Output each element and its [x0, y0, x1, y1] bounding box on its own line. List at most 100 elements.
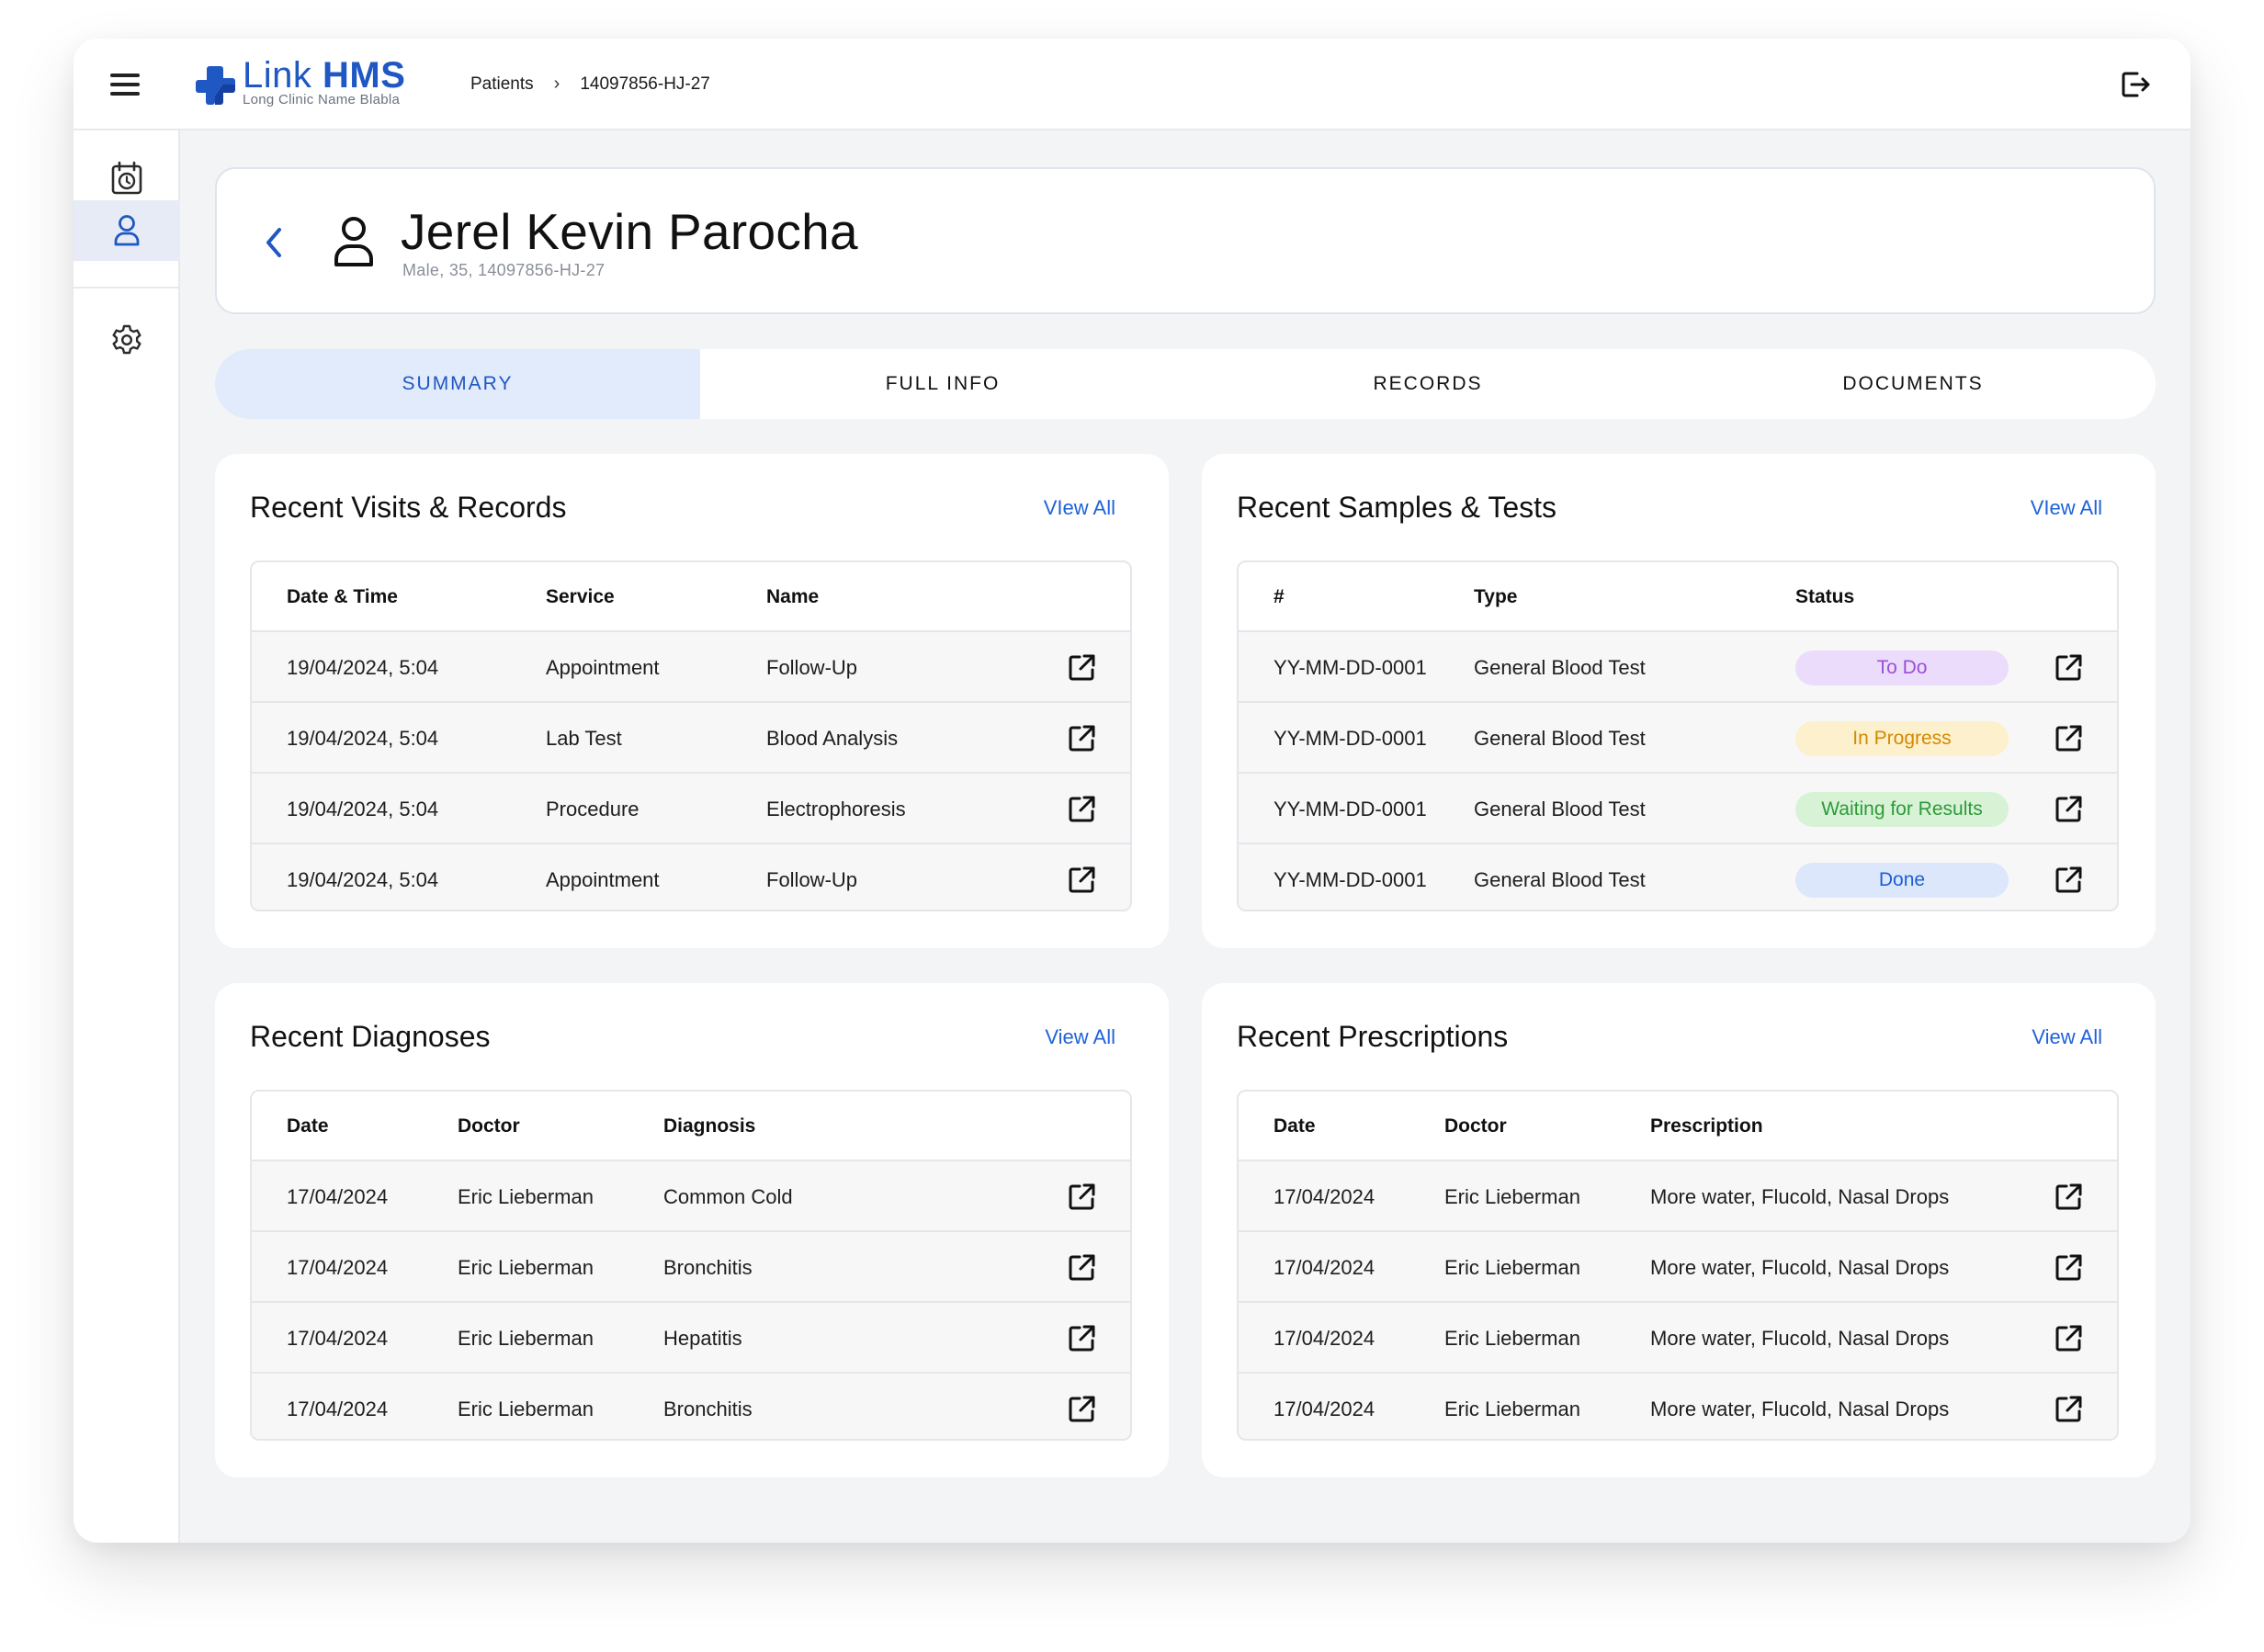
- column-header: Service: [546, 586, 615, 607]
- table-cell: Electrophoresis: [766, 798, 906, 820]
- app-name-light: Link: [243, 55, 312, 96]
- open-external-icon[interactable]: [1066, 723, 1097, 754]
- table-cell: 17/04/2024: [287, 1327, 389, 1350]
- back-chevron-icon[interactable]: [257, 222, 290, 263]
- open-external-icon[interactable]: [2053, 794, 2084, 825]
- table-cell: 19/04/2024, 5:04: [287, 798, 439, 820]
- table-cell: Eric Lieberman: [1444, 1327, 1580, 1350]
- table-row: 17/04/2024 Eric Lieberman Bronchitis: [252, 1232, 1130, 1303]
- table-cell: Eric Lieberman: [1444, 1256, 1580, 1279]
- tab-summary[interactable]: SUMMARY: [215, 349, 700, 419]
- table-cell: 17/04/2024: [287, 1185, 389, 1208]
- sidebar: [74, 130, 180, 1543]
- breadcrumb-patient-id: 14097856-HJ-27: [580, 74, 710, 94]
- breadcrumb: Patients › 14097856-HJ-27: [470, 74, 710, 95]
- table-cell: Common Cold: [663, 1185, 793, 1208]
- recent-prescriptions-card: Recent Prescriptions View All Date Docto…: [1202, 983, 2156, 1477]
- table-header: Date & Time Service Name: [252, 562, 1130, 632]
- open-external-icon[interactable]: [1066, 794, 1097, 825]
- table-cell: Hepatitis: [663, 1327, 742, 1350]
- table-row: 17/04/2024 Eric Lieberman More water, Fluc…: [1239, 1374, 2117, 1439]
- patient-name: Jerel Kevin Parocha: [401, 203, 858, 260]
- open-external-icon[interactable]: [2053, 1394, 2084, 1425]
- sidebar-item-appointments[interactable]: [74, 149, 180, 208]
- medical-cross-logo-icon: [196, 66, 235, 105]
- open-external-icon[interactable]: [1066, 1394, 1097, 1425]
- open-external-icon[interactable]: [2053, 1323, 2084, 1354]
- open-external-icon[interactable]: [2053, 865, 2084, 896]
- column-header: Diagnosis: [663, 1115, 756, 1137]
- app-logo[interactable]: Link HMS Long Clinic Name Blabla: [195, 57, 405, 112]
- column-header: Type: [1474, 586, 1518, 607]
- table-cell: Eric Lieberman: [458, 1185, 594, 1208]
- table-cell: Follow-Up: [766, 656, 858, 679]
- status-badge: In Progress: [1795, 721, 2009, 756]
- table-header: # Type Status: [1239, 562, 2117, 632]
- tab-documents[interactable]: DOCUMENTS: [1670, 349, 2156, 419]
- column-header: Date & Time: [287, 586, 398, 607]
- table-row: 19/04/2024, 5:04 Procedure Electrophoresis: [252, 774, 1130, 844]
- table-row: 19/04/2024, 5:04 Appointment Follow-Up: [252, 632, 1130, 703]
- table-cell: Blood Analysis: [766, 727, 899, 750]
- column-header: Prescription: [1650, 1115, 1763, 1137]
- table-cell: Eric Lieberman: [458, 1397, 594, 1420]
- table-cell: Eric Lieberman: [458, 1327, 594, 1350]
- card-title: Recent Diagnoses: [250, 1020, 491, 1053]
- person-icon: [334, 217, 373, 266]
- column-header: Date: [1274, 1115, 1316, 1137]
- open-external-icon[interactable]: [2053, 723, 2084, 754]
- recent-visits-card: Recent Visits & Records VIew All Date & …: [215, 454, 1169, 948]
- breadcrumb-patients-link[interactable]: Patients: [470, 74, 534, 95]
- open-external-icon[interactable]: [2053, 1182, 2084, 1213]
- tab-records[interactable]: RECORDS: [1185, 349, 1670, 419]
- view-all-link[interactable]: VIew All: [1044, 496, 1115, 520]
- tab-full-info[interactable]: FULL INFO: [700, 349, 1185, 419]
- sidebar-item-patients[interactable]: [74, 200, 180, 261]
- table-cell: YY-MM-DD-0001: [1274, 727, 1427, 750]
- recent-samples-card: Recent Samples & Tests VIew All # Type S…: [1202, 454, 2156, 948]
- table-row: YY-MM-DD-0001 General Blood Test In Progre…: [1239, 703, 2117, 774]
- table-cell: 17/04/2024: [1274, 1256, 1375, 1279]
- table-cell: 17/04/2024: [287, 1397, 389, 1420]
- table-cell: Bronchitis: [663, 1397, 753, 1420]
- open-external-icon[interactable]: [1066, 1182, 1097, 1213]
- open-external-icon[interactable]: [1066, 1323, 1097, 1354]
- patient-header-card: Jerel Kevin Parocha Male, 35, 14097856-H…: [215, 167, 2156, 314]
- chevron-right-icon: ›: [553, 74, 560, 94]
- table-row: 17/04/2024 Eric Lieberman Hepatitis: [252, 1303, 1130, 1374]
- open-external-icon[interactable]: [1066, 652, 1097, 684]
- status-badge: Done: [1795, 863, 2009, 898]
- table-cell: General Blood Test: [1474, 656, 1646, 679]
- table-cell: 17/04/2024: [1274, 1185, 1375, 1208]
- visits-table: Date & Time Service Name 19/04/2024, 5:0…: [250, 560, 1132, 911]
- table-row: 17/04/2024 Eric Lieberman More water, Fluc…: [1239, 1161, 2117, 1232]
- recent-diagnoses-card: Recent Diagnoses View All Date Doctor Di…: [215, 983, 1169, 1477]
- view-all-link[interactable]: View All: [2032, 1025, 2102, 1049]
- view-all-link[interactable]: VIew All: [2031, 496, 2102, 520]
- table-cell: YY-MM-DD-0001: [1274, 656, 1427, 679]
- sidebar-item-settings[interactable]: [74, 311, 180, 369]
- hamburger-menu-icon[interactable]: [108, 70, 142, 99]
- table-cell: More water, Flucold, Nasal Drops: [1650, 1327, 1950, 1350]
- table-cell: Appointment: [546, 868, 660, 891]
- table-cell: Eric Lieberman: [458, 1256, 594, 1279]
- table-cell: 19/04/2024, 5:04: [287, 727, 439, 750]
- table-header: Date Doctor Diagnosis: [252, 1092, 1130, 1161]
- column-header: Status: [1795, 586, 1855, 607]
- column-header: Doctor: [458, 1115, 520, 1137]
- view-all-link[interactable]: View All: [1045, 1025, 1115, 1049]
- app-window: Link HMS Long Clinic Name Blabla Patient…: [74, 39, 2190, 1543]
- table-cell: 17/04/2024: [287, 1256, 389, 1279]
- open-external-icon[interactable]: [1066, 1252, 1097, 1284]
- logout-icon[interactable]: [2117, 66, 2154, 103]
- diagnoses-table: Date Doctor Diagnosis 17/04/2024 Eric Lie…: [250, 1090, 1132, 1441]
- open-external-icon[interactable]: [1066, 865, 1097, 896]
- table-cell: Bronchitis: [663, 1256, 753, 1279]
- open-external-icon[interactable]: [2053, 652, 2084, 684]
- open-external-icon[interactable]: [2053, 1252, 2084, 1284]
- column-header: #: [1274, 586, 1285, 607]
- table-row: YY-MM-DD-0001 General Blood Test Done: [1239, 844, 2117, 910]
- table-row: 17/04/2024 Eric Lieberman Bronchitis: [252, 1374, 1130, 1439]
- table-cell: Procedure: [546, 798, 640, 820]
- table-cell: Appointment: [546, 656, 660, 679]
